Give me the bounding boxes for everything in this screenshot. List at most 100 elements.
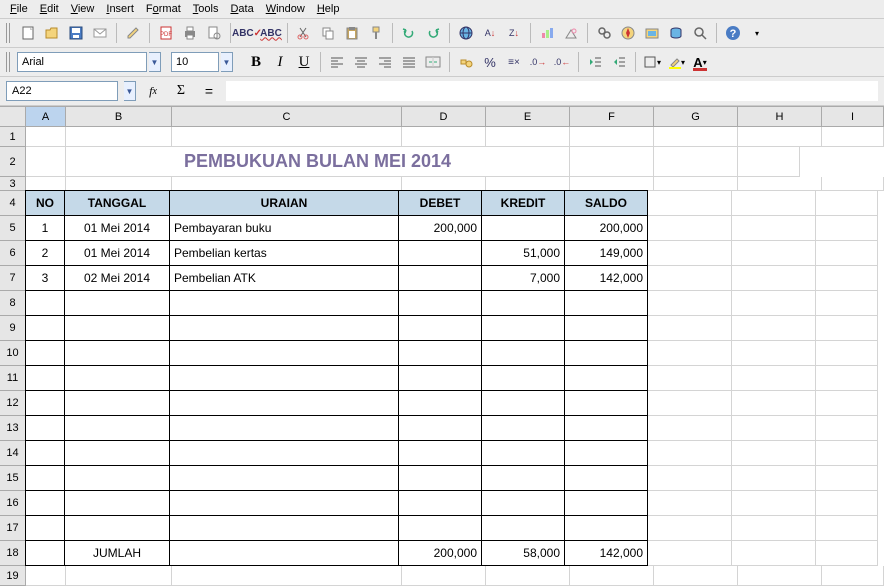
menu-data[interactable]: Data <box>226 2 257 16</box>
cell[interactable] <box>486 127 570 147</box>
cell-tanggal[interactable]: 01 Mei 2014 <box>64 215 170 241</box>
cell[interactable] <box>169 415 399 441</box>
cell[interactable] <box>732 391 816 416</box>
cell[interactable] <box>486 566 570 586</box>
cell[interactable] <box>738 177 822 191</box>
cell-saldo[interactable]: 200,000 <box>564 215 648 241</box>
cell[interactable] <box>816 191 878 216</box>
function-wizard-icon[interactable]: fx <box>142 80 164 102</box>
cell[interactable] <box>481 340 565 366</box>
increase-indent-icon[interactable] <box>608 51 630 73</box>
cell[interactable] <box>25 515 65 541</box>
cell[interactable] <box>169 490 399 516</box>
bgcolor-icon[interactable]: ▾ <box>665 51 687 73</box>
cell[interactable] <box>816 516 878 541</box>
cell[interactable] <box>402 177 486 191</box>
cell[interactable] <box>564 290 648 316</box>
cell[interactable] <box>169 290 399 316</box>
row-header[interactable]: 18 <box>0 541 26 566</box>
header-no[interactable]: NO <box>25 190 65 216</box>
row-header[interactable]: 11 <box>0 366 26 391</box>
cell[interactable] <box>25 290 65 316</box>
cell[interactable] <box>398 315 482 341</box>
row-header[interactable]: 4 <box>0 191 26 216</box>
cell-uraian[interactable]: Pembayaran buku <box>169 215 399 241</box>
cell[interactable] <box>564 315 648 341</box>
align-left-icon[interactable] <box>326 51 348 73</box>
cell[interactable] <box>66 566 172 586</box>
cell[interactable] <box>25 340 65 366</box>
cell[interactable] <box>816 541 878 566</box>
size-dropdown-icon[interactable]: ▼ <box>221 52 233 72</box>
header-saldo[interactable]: SALDO <box>564 190 648 216</box>
col-header[interactable]: G <box>654 107 738 127</box>
open-icon[interactable] <box>41 22 63 44</box>
cell[interactable] <box>172 566 402 586</box>
help-icon[interactable]: ? <box>722 22 744 44</box>
cell[interactable] <box>481 390 565 416</box>
cell[interactable] <box>64 515 170 541</box>
menu-file[interactable]: File <box>6 2 32 16</box>
cell[interactable] <box>169 540 399 566</box>
cell[interactable] <box>64 340 170 366</box>
spellcheck-icon[interactable]: ABC✓ <box>236 22 258 44</box>
cell[interactable] <box>481 490 565 516</box>
cell[interactable] <box>66 127 172 147</box>
cell[interactable] <box>564 365 648 391</box>
cell-uraian[interactable]: Pembelian kertas <box>169 240 399 266</box>
cell[interactable] <box>648 191 732 216</box>
hyperlink-icon[interactable] <box>455 22 477 44</box>
cell[interactable] <box>648 341 732 366</box>
cell-uraian[interactable]: Pembelian ATK <box>169 265 399 291</box>
cell-jumlah-label[interactable]: JUMLAH <box>64 540 170 566</box>
new-icon[interactable] <box>17 22 39 44</box>
cell[interactable] <box>398 515 482 541</box>
col-header[interactable]: B <box>66 107 172 127</box>
navigator-icon[interactable] <box>617 22 639 44</box>
col-header[interactable]: E <box>486 107 570 127</box>
cell[interactable] <box>25 415 65 441</box>
row-header[interactable]: 12 <box>0 391 26 416</box>
cell[interactable] <box>732 241 816 266</box>
row-header[interactable]: 15 <box>0 466 26 491</box>
cell[interactable] <box>648 366 732 391</box>
cell[interactable] <box>64 315 170 341</box>
equals-icon[interactable]: = <box>198 80 220 102</box>
find-icon[interactable] <box>593 22 615 44</box>
cell[interactable] <box>64 465 170 491</box>
col-header[interactable]: I <box>822 107 884 127</box>
cell-tanggal[interactable]: 02 Mei 2014 <box>64 265 170 291</box>
cell[interactable] <box>816 341 878 366</box>
cell[interactable] <box>64 390 170 416</box>
print-icon[interactable] <box>179 22 201 44</box>
underline-button[interactable]: U <box>293 51 315 73</box>
cell[interactable] <box>398 390 482 416</box>
toolbar-grip[interactable] <box>6 52 12 72</box>
datasources-icon[interactable] <box>665 22 687 44</box>
cell[interactable] <box>402 566 486 586</box>
cell[interactable] <box>564 390 648 416</box>
header-uraian[interactable]: URAIAN <box>169 190 399 216</box>
cell-total-kredit[interactable]: 58,000 <box>481 540 565 566</box>
cell[interactable] <box>816 366 878 391</box>
cell[interactable] <box>26 127 66 147</box>
cell[interactable] <box>816 466 878 491</box>
borders-icon[interactable]: ▾ <box>641 51 663 73</box>
cell[interactable] <box>816 416 878 441</box>
cell[interactable] <box>732 266 816 291</box>
print-preview-icon[interactable] <box>203 22 225 44</box>
row-header[interactable]: 2 <box>0 147 26 177</box>
menu-insert[interactable]: Insert <box>102 2 138 16</box>
cell[interactable] <box>648 216 732 241</box>
cell[interactable] <box>64 490 170 516</box>
percent-icon[interactable]: % <box>479 51 501 73</box>
cell[interactable] <box>481 515 565 541</box>
cell[interactable] <box>481 415 565 441</box>
cell[interactable] <box>732 441 816 466</box>
add-decimal-icon[interactable]: .0→ <box>527 51 549 73</box>
cell[interactable] <box>169 465 399 491</box>
cell[interactable] <box>648 391 732 416</box>
cell-no[interactable]: 3 <box>25 265 65 291</box>
col-header[interactable]: H <box>738 107 822 127</box>
cell[interactable] <box>172 177 402 191</box>
